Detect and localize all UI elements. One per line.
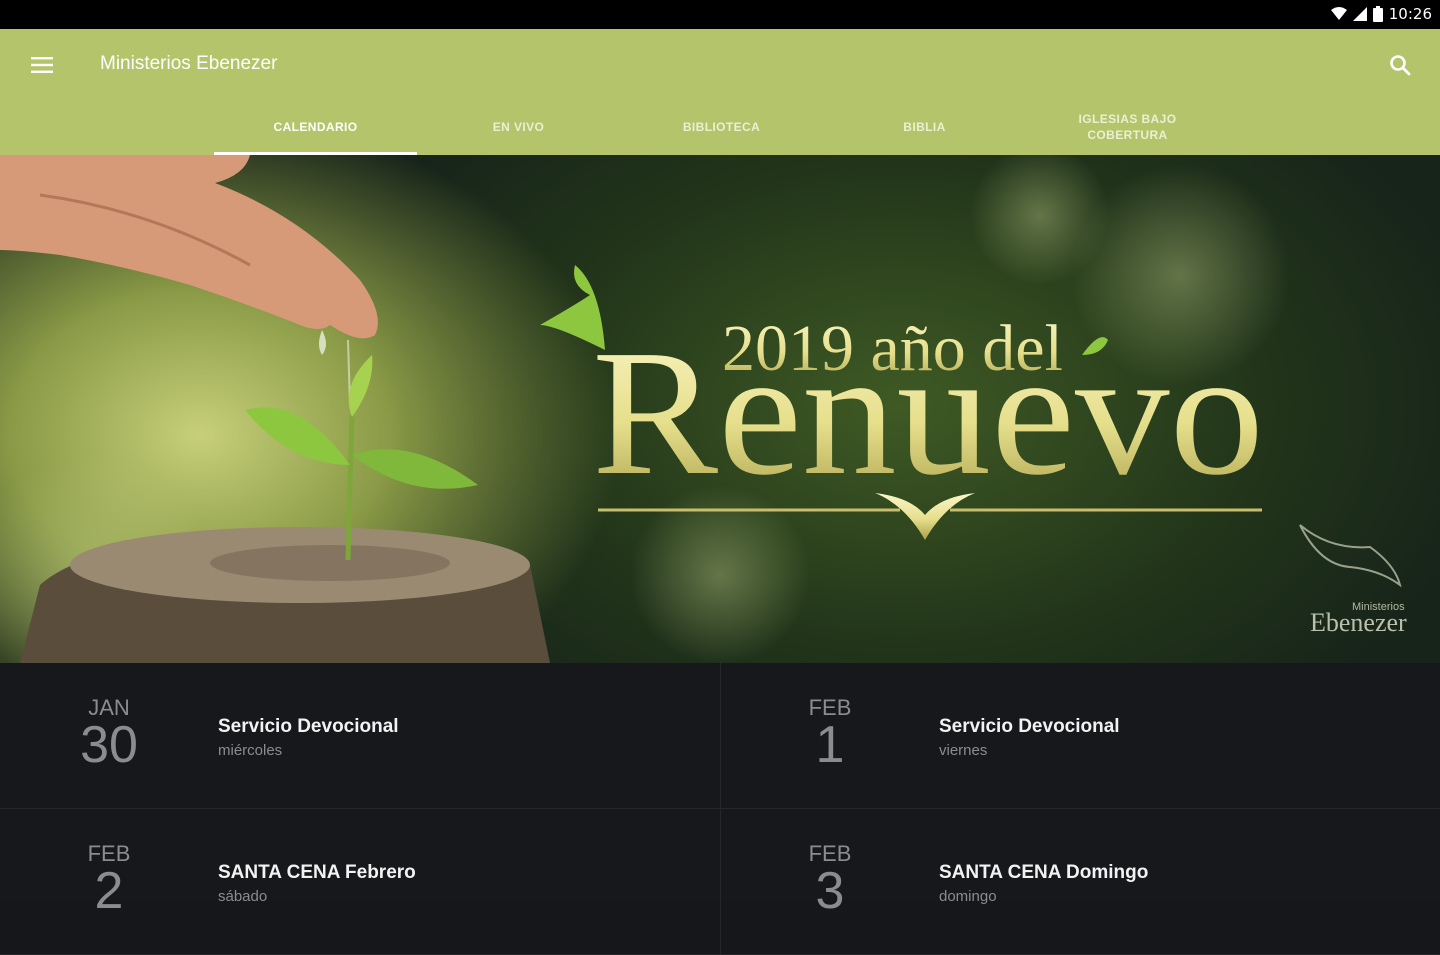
event-title: SANTA CENA Domingo (939, 862, 1149, 883)
event-item[interactable]: FEB 1 Servicio Devocional viernes (720, 663, 1440, 809)
event-weekday: viernes (939, 742, 988, 759)
app-bar: Ministerios Ebenezer CALENDARIO EN VIVO … (0, 29, 1440, 155)
event-day: 30 (80, 716, 138, 774)
status-bar: 10:26 (0, 0, 1440, 29)
event-weekday: sábado (218, 888, 268, 905)
search-button[interactable] (1380, 45, 1420, 85)
tab-label: IGLESIAS BAJO COBERTURA (1078, 112, 1177, 142)
banner-headline-big: Renuevo (592, 313, 1264, 512)
status-time: 10:26 (1388, 5, 1432, 23)
event-title: SANTA CENA Febrero (218, 862, 416, 883)
event-item[interactable]: JAN 30 Servicio Devocional miércoles (0, 663, 720, 809)
event-day: 2 (94, 862, 124, 920)
event-day: 1 (815, 716, 845, 774)
event-item[interactable]: FEB 2 SANTA CENA Febrero sábado (0, 809, 720, 955)
tab-calendario[interactable]: CALENDARIO (214, 101, 417, 155)
tab-bar: CALENDARIO EN VIVO BIBLIOTECA BIBLIA IGL… (214, 101, 1229, 155)
events-list: JAN 30 Servicio Devocional miércoles FEB… (0, 663, 1440, 955)
banner-artwork: 2019 año del Renuevo Ministerios Ebeneze… (0, 155, 1407, 663)
wifi-icon (1330, 7, 1347, 20)
event-weekday: domingo (939, 888, 997, 905)
tab-biblioteca[interactable]: BIBLIOTECA (620, 101, 823, 155)
tab-en-vivo[interactable]: EN VIVO (417, 101, 620, 155)
app-title: Ministerios Ebenezer (100, 53, 278, 74)
event-title: Servicio Devocional (218, 716, 399, 737)
banner-image[interactable]: 2019 año del Renuevo Ministerios Ebeneze… (0, 155, 1440, 663)
tab-biblia[interactable]: BIBLIA (823, 101, 1026, 155)
event-title: Servicio Devocional (939, 716, 1120, 737)
hamburger-menu-icon (31, 57, 53, 73)
logo-big: Ebenezer (1310, 608, 1407, 637)
event-day: 3 (815, 862, 845, 920)
signal-icon (1352, 7, 1367, 21)
tab-label: CALENDARIO (273, 120, 358, 135)
tab-label: BIBLIOTECA (682, 120, 761, 135)
battery-icon (1372, 6, 1383, 22)
tab-label: EN VIVO (492, 120, 545, 135)
status-icons: 10:26 (1330, 5, 1432, 23)
search-icon (1390, 55, 1411, 76)
event-item[interactable]: FEB 3 SANTA CENA Domingo domingo (720, 809, 1440, 955)
tab-iglesias-bajo-cobertura[interactable]: IGLESIAS BAJO COBERTURA (1026, 101, 1229, 155)
menu-button[interactable] (22, 45, 62, 85)
tab-label: BIBLIA (903, 120, 946, 135)
event-weekday: miércoles (218, 742, 283, 759)
